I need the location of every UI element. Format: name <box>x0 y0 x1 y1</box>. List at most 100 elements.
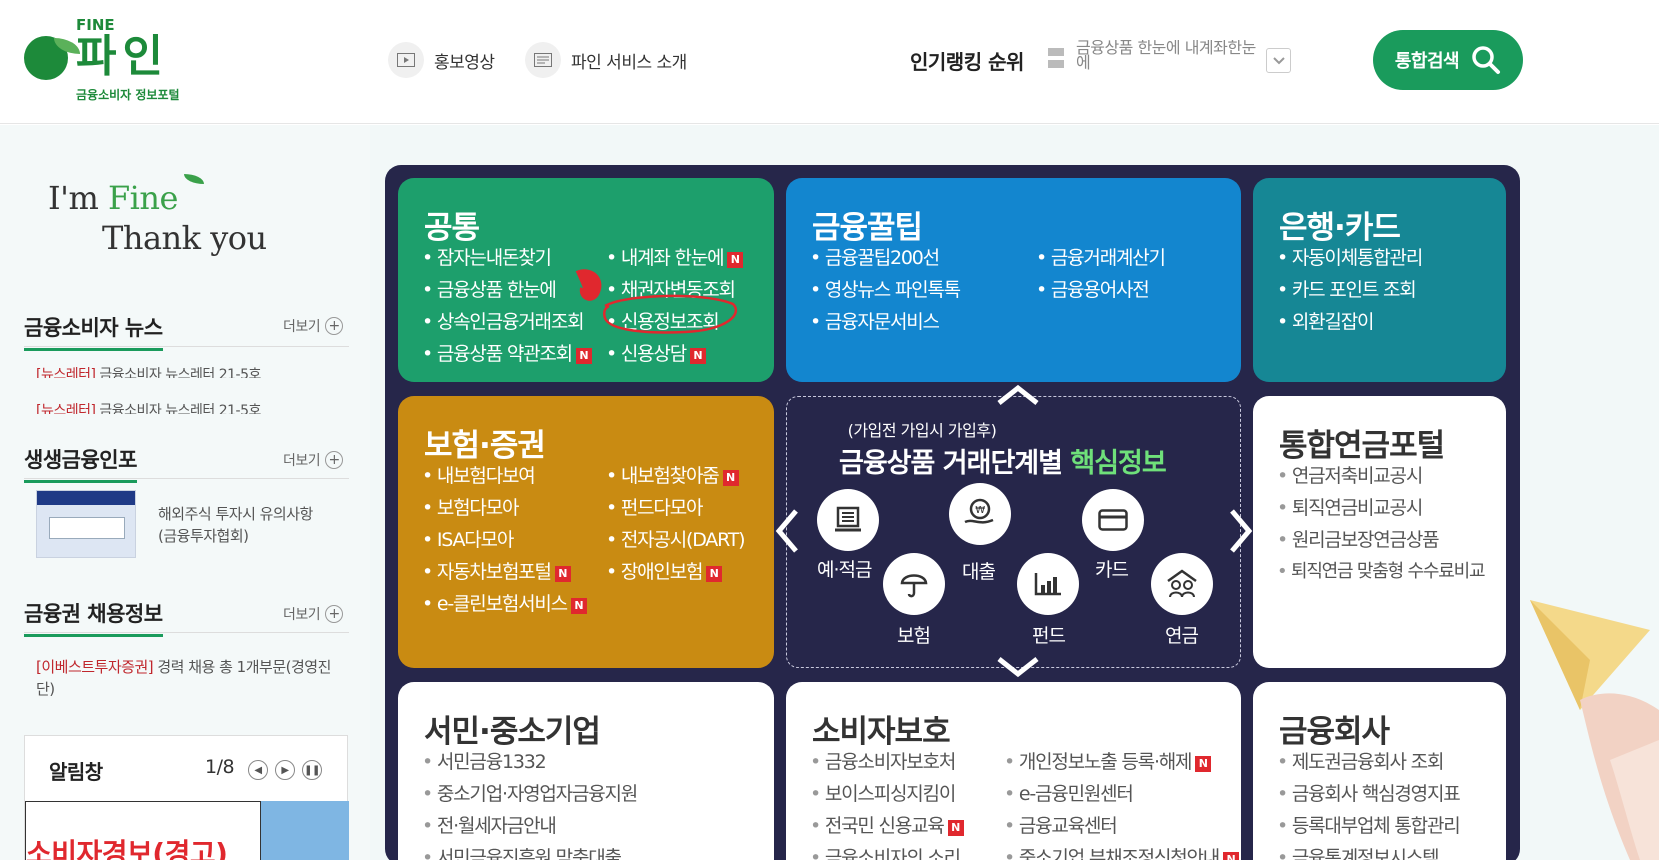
plus-icon: + <box>325 605 344 623</box>
menu-item[interactable]: e-클린보험서비스N <box>422 589 587 616</box>
menu-item[interactable]: 외환길잡이 <box>1277 307 1375 334</box>
menu-item[interactable]: 보이스피싱지킴이 <box>810 779 956 806</box>
ranking-dropdown-button[interactable] <box>1266 48 1291 73</box>
menu-item[interactable]: 상속인금융거래조회 <box>422 307 585 334</box>
news-item[interactable]: [뉴스레터] 금융소비자 뉴스레터 21-5호 <box>36 400 336 414</box>
card-icon[interactable] <box>1082 489 1144 551</box>
more-label: 더보기 <box>283 607 321 623</box>
notice-image[interactable]: 소비자경보(경고) <box>25 801 261 860</box>
integrated-search-button[interactable]: 통합검색 <box>1373 30 1523 90</box>
menu-item[interactable]: 영상뉴스 파인톡톡 <box>810 275 961 302</box>
menu-item[interactable]: 금융소비자보호처 <box>810 747 956 774</box>
menu-item[interactable]: 금융상품 약관조회N <box>422 339 592 366</box>
new-badge: N <box>570 598 587 614</box>
menu-item[interactable]: 전자공시(DART) <box>606 525 746 552</box>
ranking-rolling-text[interactable]: 금융상품 한눈에 내계좌한눈에 <box>1076 40 1256 70</box>
tile-tips-title: 금융꿀팁 <box>812 210 923 246</box>
promo-video-button[interactable]: 홍보영상 <box>388 42 495 78</box>
menu-item[interactable]: 카드 포인트 조회 <box>1277 275 1417 302</box>
tile-insurance: 보험·증권 내보험다보여 내보험찾아줌N 보험다모아 펀드다모아 ISA다모아 … <box>398 396 774 668</box>
menu-item[interactable]: ISA다모아 <box>422 525 514 552</box>
prev-icon[interactable]: ◀ <box>248 760 268 780</box>
menu-item[interactable]: 내보험찾아줌N <box>606 461 739 488</box>
pension-couple-icon[interactable] <box>1151 553 1213 615</box>
menu-item[interactable]: 금융용어사전 <box>1036 275 1150 302</box>
menu-item[interactable]: 금융꿀팁200선 <box>810 243 940 270</box>
job-item[interactable]: [이베스트투자증권] 경력 채용 총 1개부문(경영진단) <box>36 656 341 700</box>
ranking-title: 인기랭킹 순위 <box>910 50 1024 74</box>
menu-item[interactable]: 금융소비자의 소리 <box>810 843 961 860</box>
menu-item[interactable]: 금융거래계산기 <box>1036 243 1166 270</box>
menu-item[interactable]: 제도권금융회사 조회 <box>1277 747 1445 774</box>
news-tag: [뉴스레터] <box>36 403 96 414</box>
fund-chart-icon[interactable] <box>1017 553 1079 615</box>
chevron-down-icon[interactable] <box>995 656 1041 678</box>
core-info-title-highlight: 핵심정보 <box>1070 448 1166 479</box>
menu-item[interactable]: e-금융민원센터 <box>1004 779 1134 806</box>
finance-info-more[interactable]: 더보기 + <box>283 450 344 470</box>
menu-item[interactable]: 내보험다보여 <box>422 461 536 488</box>
divider <box>24 632 349 633</box>
menu-item[interactable]: 금융교육센터 <box>1004 811 1118 838</box>
core-info-subtitle: (가입전 가입시 가입후) <box>847 421 997 440</box>
service-intro-button[interactable]: 파인 서비스 소개 <box>525 42 687 78</box>
menu-item[interactable]: 잠자는내돈찾기 <box>422 243 552 270</box>
tile-consumer: 소비자보호 금융소비자보호처 개인정보노출 등록·해제N 보이스피싱지킴이 e-… <box>786 682 1241 860</box>
fund-label[interactable]: 펀드 <box>1032 621 1066 648</box>
fine-logo[interactable]: FINE 파인 금융소비자 정보포털 <box>24 16 204 106</box>
menu-item[interactable]: 신용상담N <box>606 339 706 366</box>
tile-bank-title: 은행·카드 <box>1279 210 1401 246</box>
menu-item[interactable]: 내계좌 한눈에N <box>606 243 744 270</box>
menu-item[interactable]: 자동차보험포털N <box>422 557 571 584</box>
notice-image-2[interactable] <box>261 801 349 860</box>
menu-item[interactable]: 개인정보노출 등록·해제N <box>1004 747 1212 774</box>
menu-item[interactable]: 퇴직연금 맞춤형 수수료비교 <box>1277 557 1486 583</box>
divider <box>24 478 349 479</box>
menu-item[interactable]: 중소기업 부채조정신청안내N <box>1004 843 1240 860</box>
menu-item[interactable]: 등록대부업체 통합관리 <box>1277 811 1461 838</box>
menu-item[interactable]: 서민금융1332 <box>422 747 547 774</box>
consumer-news-more[interactable]: 더보기 + <box>283 316 344 336</box>
menu-item[interactable]: 전·월세자금안내 <box>422 811 557 838</box>
chevron-left-icon[interactable] <box>774 508 800 554</box>
pension-label[interactable]: 연금 <box>1165 621 1199 648</box>
menu-item[interactable]: 금융통계정보시스템 <box>1277 843 1440 860</box>
notice-page: 1/8 <box>205 756 235 778</box>
menu-item[interactable]: 연금저축비교공시 <box>1277 461 1423 488</box>
loan-label[interactable]: 대출 <box>962 557 996 584</box>
menu-item[interactable]: 서민금융진흥원 맞춤대출 <box>422 843 622 860</box>
menu-item[interactable]: 장애인보험N <box>606 557 723 584</box>
news-item[interactable]: [뉴스레터] 금융소비자 뉴스레터 21-5호 <box>36 364 336 378</box>
menu-item[interactable]: 보험다모아 <box>422 493 520 520</box>
card-label[interactable]: 카드 <box>1095 555 1129 582</box>
paper-plane-illustration <box>1530 600 1659 860</box>
insurance-umbrella-icon[interactable] <box>883 553 945 615</box>
next-icon[interactable]: ▶ <box>275 760 295 780</box>
info-thumbnail[interactable] <box>36 490 136 558</box>
chevron-right-icon[interactable] <box>1228 508 1254 554</box>
menu-item[interactable]: 전국민 신용교육N <box>810 811 964 838</box>
notice-title: 알림창 <box>49 760 103 784</box>
deposit-icon[interactable] <box>817 489 879 551</box>
slogan-thank-you: Thank you <box>102 219 267 257</box>
new-badge: N <box>689 348 706 364</box>
menu-item[interactable]: 퇴직연금비교공시 <box>1277 493 1423 520</box>
info-item[interactable]: 해외주식 투자시 유의사항 (금융투자협회) <box>158 503 313 547</box>
chevron-up-icon[interactable] <box>995 384 1041 406</box>
jobs-more[interactable]: 더보기 + <box>283 604 344 624</box>
menu-item[interactable]: 중소기업·자영업자금융지원 <box>422 779 638 806</box>
menu-item[interactable]: 금융회사 핵심경영지표 <box>1277 779 1461 806</box>
new-badge: N <box>575 348 592 364</box>
menu-item[interactable]: 금융자문서비스 <box>810 307 940 334</box>
menu-item[interactable]: 금융상품 한눈에 <box>422 275 557 302</box>
menu-item[interactable]: 원리금보장연금상품 <box>1277 525 1440 552</box>
insurance-label[interactable]: 보험 <box>897 621 931 648</box>
deposit-label[interactable]: 예·적금 <box>817 555 872 582</box>
menu-item[interactable]: 펀드다모아 <box>606 493 704 520</box>
new-badge: N <box>947 820 964 836</box>
loan-icon[interactable]: ₩ <box>949 483 1011 545</box>
tile-common-title: 공통 <box>424 210 480 246</box>
pause-icon[interactable]: ❚❚ <box>302 760 322 780</box>
menu-item[interactable]: 자동이체통합관리 <box>1277 243 1423 270</box>
slogan-im: I'm <box>48 179 108 217</box>
